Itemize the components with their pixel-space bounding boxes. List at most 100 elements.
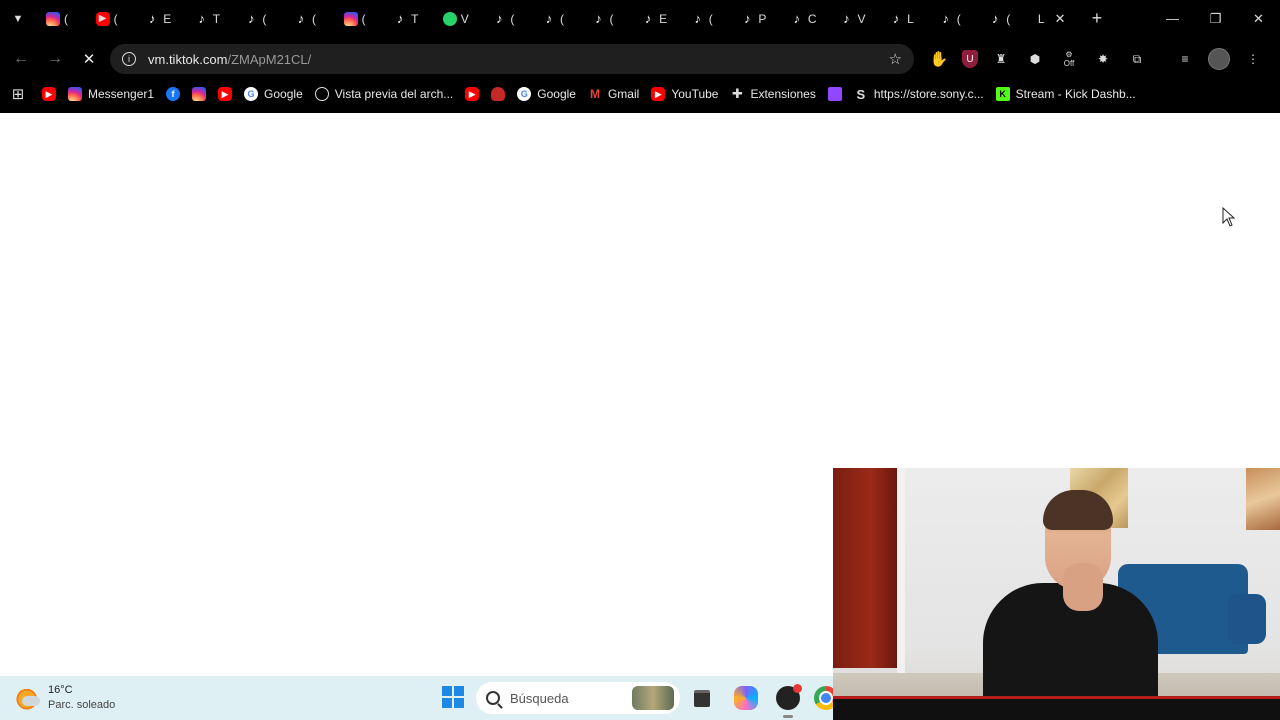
tab-tiktok[interactable]: ♪ T (383, 0, 433, 37)
castle-extension-icon[interactable]: ♜ (990, 48, 1012, 70)
tab-tiktok[interactable]: ♪( (929, 0, 979, 37)
bookmark-gmail[interactable]: M Gmail (582, 80, 645, 108)
menu-kebab-icon[interactable]: ⋮ (1242, 48, 1264, 70)
tab-title: ( (956, 11, 961, 26)
extension-icon: ✚ (732, 86, 743, 101)
address-bar[interactable]: i vm.tiktok.com/ZMApM21CL/ ☆ (110, 44, 914, 74)
file-explorer-icon[interactable] (690, 686, 714, 710)
tab-tiktok[interactable]: ♪ E (135, 0, 185, 37)
weather-widget[interactable]: 16°C Parc. soleado (16, 683, 115, 713)
tab-tiktok[interactable]: ♪( (681, 0, 731, 37)
tab-youtube[interactable]: ▶( (86, 0, 136, 37)
taskbar-search[interactable]: Búsqueda (476, 682, 680, 714)
site-info-icon[interactable]: i (122, 52, 136, 66)
bookmark-youtube[interactable]: ▶ YouTube (645, 80, 724, 108)
reading-list-icon[interactable]: ≡ (1174, 48, 1196, 70)
close-window-button[interactable]: ✕ (1237, 0, 1280, 37)
weather-temp: 16°C (48, 684, 73, 696)
tab-tiktok[interactable]: ♪ V (830, 0, 880, 37)
toolbar: ← → ✕ i vm.tiktok.com/ZMApM21CL/ ☆ ✋ U ♜… (0, 40, 1280, 78)
webcam-overlay (833, 468, 1280, 720)
tag-extension-icon[interactable]: ⬢ (1024, 48, 1046, 70)
url-text[interactable]: vm.tiktok.com/ZMApM21CL/ (148, 52, 311, 67)
tab-instagram[interactable]: ( (36, 0, 86, 37)
bookmark-globe[interactable]: Vista previa del arch... (309, 80, 460, 108)
bookmark-google[interactable]: G Google (238, 80, 309, 108)
youtube-icon: ▶ (42, 87, 56, 101)
webcam-wall-art-right (1246, 468, 1280, 530)
tab-title: P (758, 11, 767, 26)
window-controls: — ❐ ✕ (1151, 0, 1280, 37)
tiktok-icon: ♪ (892, 11, 900, 26)
tiktok-icon: ♪ (992, 11, 999, 26)
youtube-icon: ▶ (651, 87, 666, 101)
youtube-icon: ▶ (95, 11, 110, 26)
running-app-indicator (783, 715, 793, 718)
red-hand-extension-icon[interactable]: ✋ (928, 48, 950, 70)
tab-tiktok[interactable]: ♪ C (780, 0, 830, 37)
tab-tiktok[interactable]: ♪ L (879, 0, 929, 37)
search-icon (486, 691, 500, 705)
tab-tiktok[interactable]: ♪ P (730, 0, 780, 37)
bookmark-instagram[interactable] (186, 80, 212, 108)
red-shield-icon (491, 87, 506, 101)
tab-tiktok[interactable]: ♪( (582, 0, 632, 37)
webcam-person-hand (1063, 563, 1103, 611)
bookmark-star-icon[interactable]: ☆ (889, 50, 902, 68)
tab-title: ( (262, 11, 267, 26)
bookmark-youtube[interactable]: ▶ (36, 80, 62, 108)
bookmark-store-s[interactable]: Shttps://store.sony.c... (848, 80, 990, 108)
tab-tiktok[interactable]: ♪( (234, 0, 284, 37)
stop-loading-button[interactable]: ✕ (72, 42, 106, 76)
tab-tiktok[interactable]: ♪ T (185, 0, 235, 37)
puzzle-extensions-icon[interactable]: ⧉ (1126, 48, 1148, 70)
bookmark-twitch[interactable] (822, 80, 848, 108)
bookmark-red-shield[interactable] (485, 80, 511, 108)
profile-avatar[interactable] (1208, 48, 1230, 70)
instagram-icon (68, 87, 82, 101)
obs-studio-icon[interactable] (776, 684, 802, 710)
tab-active[interactable]: L ✕ (1028, 0, 1074, 37)
weather-text: 16°C Parc. soleado (48, 683, 115, 713)
new-tab-button[interactable]: + (1082, 0, 1112, 37)
tab-title: ( (609, 11, 614, 26)
tab-instagram[interactable]: ( (334, 0, 384, 37)
tab-title: ( (311, 11, 316, 26)
minimize-button[interactable]: — (1151, 0, 1194, 37)
back-button[interactable]: ← (4, 42, 38, 76)
bookmark-extension[interactable]: ✚ Extensiones (724, 80, 821, 108)
bookmark-youtube[interactable]: ▶ (212, 80, 238, 108)
ublock-extension-icon[interactable]: U (962, 50, 978, 68)
youtube-icon: ▶ (218, 87, 233, 101)
apps-grid-icon[interactable]: ⊞ (0, 85, 36, 103)
instagram-icon (343, 11, 358, 26)
off-extension-icon[interactable]: ⚙ Off (1058, 48, 1080, 70)
tab-tiktok[interactable]: ♪ E (631, 0, 681, 37)
tab-tiktok[interactable]: ♪( (532, 0, 582, 37)
gear-extension-icon[interactable]: ✸ (1092, 48, 1114, 70)
facebook-icon: f (166, 87, 181, 101)
tab-title: T (411, 11, 419, 26)
bookmarks-bar: ⊞ ▶ Messenger1 f ▶ G Google Vista previa del a… (0, 80, 1280, 108)
extensions-area: ✋ U ♜ ⬢ ⚙ Off ✸ ⧉ ≡ ⋮ (928, 40, 1264, 78)
tab-search-chevron-icon[interactable]: ▼ (0, 0, 36, 37)
tab-tiktok[interactable]: ♪( (284, 0, 334, 37)
tiktok-icon: ♪ (248, 11, 255, 26)
copilot-icon[interactable] (734, 686, 758, 710)
search-highlight-image (632, 686, 674, 710)
bookmark-kick[interactable]: K Stream - Kick Dashb... (990, 80, 1142, 108)
bookmark-facebook[interactable]: f (160, 80, 186, 108)
windows-start-icon[interactable] (442, 686, 464, 708)
tab-whatsapp[interactable]: V (433, 0, 483, 37)
forward-button[interactable]: → (38, 42, 72, 76)
tab-close-icon[interactable]: ✕ (1055, 11, 1066, 27)
tab-strip: ▼ (▶(♪ E ♪ T ♪(♪((♪ T V ♪(♪(♪(♪ E ♪(♪ P ♪ C ♪ V ♪ L ♪(♪( … (0, 0, 1280, 37)
bookmark-instagram[interactable]: Messenger1 (62, 80, 160, 108)
tab-tiktok[interactable]: ♪( (978, 0, 1028, 37)
bookmark-google[interactable]: G Google (511, 80, 582, 108)
tab-tiktok[interactable]: ♪( (482, 0, 532, 37)
tab-active-title: L (1037, 11, 1045, 26)
bookmark-youtube[interactable]: ▶ (459, 80, 485, 108)
restore-button[interactable]: ❐ (1194, 0, 1237, 37)
store-s-icon: S (856, 86, 866, 102)
